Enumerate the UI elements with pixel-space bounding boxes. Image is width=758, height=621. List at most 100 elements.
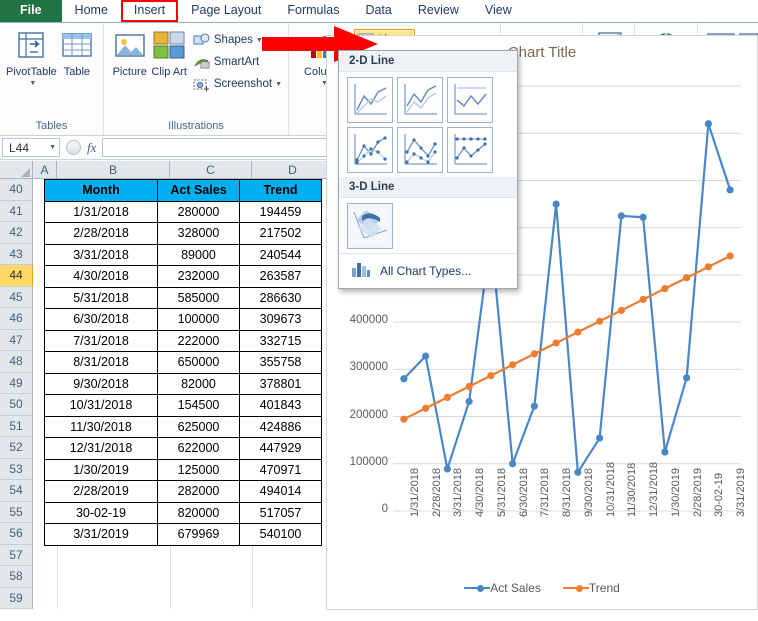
table-row[interactable]: 2/28/2018 328000 217502 — [44, 222, 322, 245]
table-row[interactable]: 10/31/2018 154500 401843 — [44, 394, 322, 417]
cell-month[interactable]: 1/30/2019 — [44, 458, 158, 481]
cell-trend[interactable]: 401843 — [239, 394, 322, 417]
clipart-button[interactable]: Clip Art — [149, 28, 188, 78]
cell-month[interactable]: 12/31/2018 — [44, 437, 158, 460]
chart-legend[interactable]: Act Sales Trend — [327, 581, 757, 595]
row-header-58[interactable]: 58 — [0, 566, 33, 588]
table-row[interactable]: 4/30/2018 232000 263587 — [44, 265, 322, 288]
row-header-56[interactable]: 56 — [0, 523, 33, 545]
cell-month[interactable]: 3/31/2018 — [44, 243, 158, 266]
3d-line-chart-thumb[interactable] — [347, 203, 393, 249]
table-row[interactable]: 3/31/2019 679969 540100 — [44, 523, 322, 546]
tab-insert[interactable]: Insert — [120, 0, 179, 22]
cell-act-sales[interactable]: 650000 — [157, 351, 240, 374]
row-header-53[interactable]: 53 — [0, 458, 33, 480]
stacked-line-chart-thumb[interactable] — [397, 77, 443, 123]
column-header-D[interactable]: D — [252, 161, 334, 179]
cell-trend[interactable]: 424886 — [239, 415, 322, 438]
cell-act-sales[interactable]: 232000 — [157, 265, 240, 288]
cell-trend[interactable]: 470971 — [239, 458, 322, 481]
cell-act-sales[interactable]: 585000 — [157, 286, 240, 309]
row-header-54[interactable]: 54 — [0, 480, 33, 502]
100-stacked-line-with-markers-thumb[interactable] — [447, 127, 493, 173]
all-chart-types-menu-item[interactable]: All Chart Types... — [339, 253, 517, 288]
row-header-55[interactable]: 55 — [0, 501, 33, 523]
cell-act-sales[interactable]: 222000 — [157, 329, 240, 352]
table-row[interactable]: 1/31/2018 280000 194459 — [44, 200, 322, 223]
row-header-43[interactable]: 43 — [0, 243, 33, 265]
smartart-button[interactable]: SmartArt — [193, 51, 282, 73]
chevron-down-icon[interactable]: ▼ — [256, 37, 263, 44]
tab-file[interactable]: File — [0, 0, 62, 22]
table-row[interactable]: 12/31/2018 622000 447929 — [44, 437, 322, 460]
row-header-59[interactable]: 59 — [0, 587, 33, 609]
tab-view[interactable]: View — [472, 0, 525, 22]
table-row[interactable]: 3/31/2018 89000 240544 — [44, 243, 322, 266]
row-header-44[interactable]: 44 — [0, 265, 33, 287]
tab-page-layout[interactable]: Page Layout — [178, 0, 274, 22]
stacked-line-with-markers-thumb[interactable] — [397, 127, 443, 173]
cell-month[interactable]: 4/30/2018 — [44, 265, 158, 288]
tab-review[interactable]: Review — [405, 0, 472, 22]
table-button[interactable]: Table — [57, 28, 97, 78]
legend-item-trend[interactable]: Trend — [562, 581, 620, 595]
picture-button[interactable]: Picture — [110, 28, 149, 78]
table-row[interactable]: 8/31/2018 650000 355758 — [44, 351, 322, 374]
cell-trend[interactable]: 540100 — [239, 523, 322, 546]
expand-formula-bar-icon[interactable] — [66, 140, 81, 155]
column-header-B[interactable]: B — [57, 161, 170, 179]
cell-trend[interactable]: 194459 — [239, 200, 322, 223]
cell-act-sales[interactable]: 82000 — [157, 372, 240, 395]
row-header-52[interactable]: 52 — [0, 437, 33, 459]
pivottable-button[interactable]: PivotTable ▼ — [6, 28, 57, 90]
chevron-down-icon[interactable]: ▼ — [29, 78, 36, 90]
cell-act-sales[interactable]: 820000 — [157, 501, 240, 524]
cell-act-sales[interactable]: 625000 — [157, 415, 240, 438]
cell-month[interactable]: 5/31/2018 — [44, 286, 158, 309]
table-row[interactable]: 9/30/2018 82000 378801 — [44, 372, 322, 395]
row-header-57[interactable]: 57 — [0, 544, 33, 566]
legend-item-act-sales[interactable]: Act Sales — [464, 581, 541, 595]
cell-month[interactable]: 10/31/2018 — [44, 394, 158, 417]
cell-trend[interactable]: 355758 — [239, 351, 322, 374]
row-header-48[interactable]: 48 — [0, 351, 33, 373]
table-row[interactable]: 1/30/2019 125000 470971 — [44, 458, 322, 481]
cell-act-sales[interactable]: 622000 — [157, 437, 240, 460]
100-stacked-line-chart-thumb[interactable] — [447, 77, 493, 123]
cell-trend[interactable]: 494014 — [239, 480, 322, 503]
cell-trend[interactable]: 378801 — [239, 372, 322, 395]
cell-act-sales[interactable]: 679969 — [157, 523, 240, 546]
chevron-down-icon[interactable]: ▼ — [275, 81, 282, 88]
cell-month[interactable]: 6/30/2018 — [44, 308, 158, 331]
row-header-50[interactable]: 50 — [0, 394, 33, 416]
cell-act-sales[interactable]: 280000 — [157, 200, 240, 223]
cell-trend[interactable]: 240544 — [239, 243, 322, 266]
row-header-45[interactable]: 45 — [0, 286, 33, 308]
cell-act-sales[interactable]: 125000 — [157, 458, 240, 481]
line-with-markers-thumb[interactable] — [347, 127, 393, 173]
cell-act-sales[interactable]: 154500 — [157, 394, 240, 417]
tab-data[interactable]: Data — [352, 0, 404, 22]
cell-month[interactable]: 1/31/2018 — [44, 200, 158, 223]
cell-act-sales[interactable]: 100000 — [157, 308, 240, 331]
cell-month[interactable]: 8/31/2018 — [44, 351, 158, 374]
cell-trend[interactable]: 263587 — [239, 265, 322, 288]
table-row[interactable]: 5/31/2018 585000 286630 — [44, 286, 322, 309]
cell-month[interactable]: 11/30/2018 — [44, 415, 158, 438]
line-chart-thumb[interactable] — [347, 77, 393, 123]
row-header-51[interactable]: 51 — [0, 415, 33, 437]
select-all-corner[interactable] — [0, 161, 33, 179]
table-row[interactable]: 30-02-19 820000 517057 — [44, 501, 322, 524]
table-row[interactable]: 2/28/2019 282000 494014 — [44, 480, 322, 503]
cell-act-sales[interactable]: 328000 — [157, 222, 240, 245]
table-row[interactable]: 11/30/2018 625000 424886 — [44, 415, 322, 438]
cell-act-sales[interactable]: 89000 — [157, 243, 240, 266]
cell-month[interactable]: 9/30/2018 — [44, 372, 158, 395]
shapes-button[interactable]: Shapes ▼ — [193, 29, 282, 51]
cell-trend[interactable]: 332715 — [239, 329, 322, 352]
cell-trend[interactable]: 447929 — [239, 437, 322, 460]
cell-month[interactable]: 30-02-19 — [44, 501, 158, 524]
column-header-A[interactable]: A — [33, 161, 57, 179]
cell-trend[interactable]: 217502 — [239, 222, 322, 245]
cell-trend[interactable]: 517057 — [239, 501, 322, 524]
